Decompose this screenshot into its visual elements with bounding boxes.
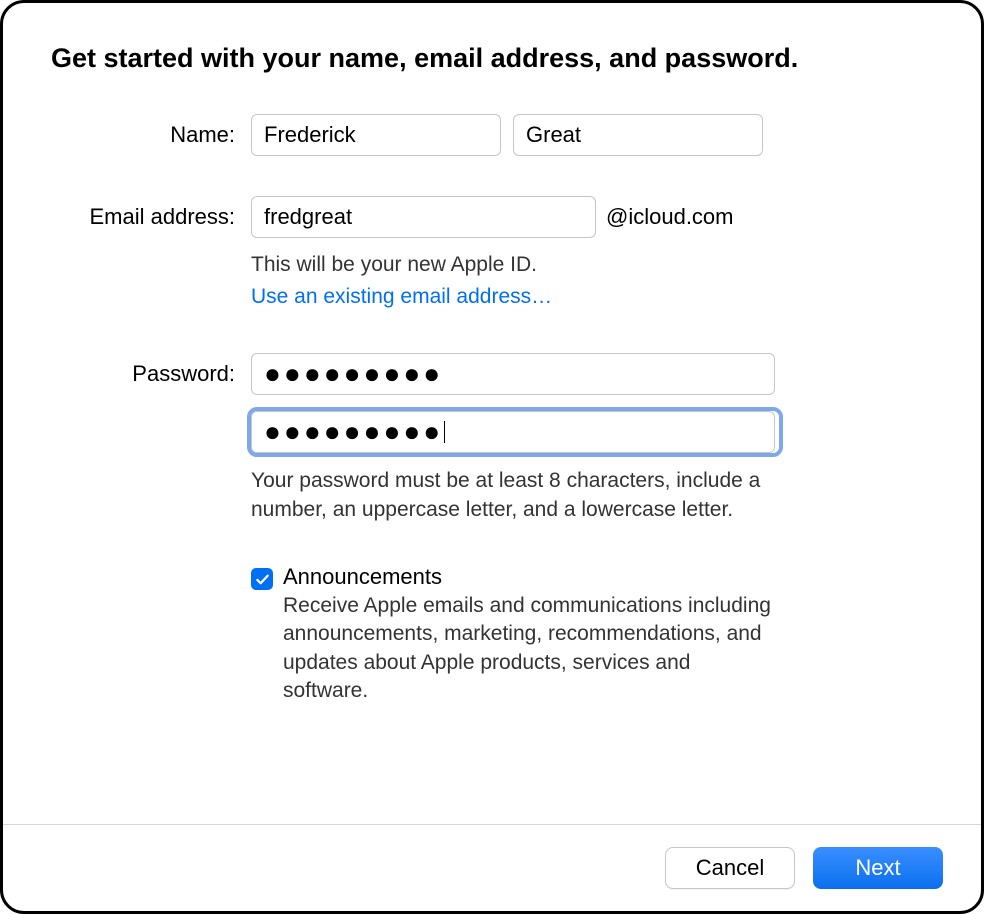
use-existing-email-link[interactable]: Use an existing email address… [251,285,552,309]
password-helper-text: Your password must be at least 8 charact… [251,467,771,524]
password-confirm-masked-value: ●●●●●●●●● [264,418,443,446]
email-row: Email address: @icloud.com This will be … [51,196,933,343]
password-row: Password: ●●●●●●●●● ●●●●●●●●● Your passw… [51,353,933,524]
signup-dialog: Get started with your name, email addres… [0,0,984,914]
first-name-input[interactable] [251,114,501,156]
password-masked-value: ●●●●●●●●● [264,360,443,388]
checkmark-icon [255,572,270,587]
dialog-title: Get started with your name, email addres… [51,43,933,74]
email-input[interactable] [251,196,596,238]
last-name-input[interactable] [513,114,763,156]
name-row: Name: [51,114,933,156]
email-helper-text: This will be your new Apple ID. [251,250,933,279]
password-input[interactable]: ●●●●●●●●● [251,353,775,395]
announcements-checkbox[interactable] [251,568,273,590]
password-label: Password: [51,353,251,387]
next-button[interactable]: Next [813,847,943,889]
email-label: Email address: [51,196,251,230]
dialog-content: Get started with your name, email addres… [3,3,981,824]
dialog-footer: Cancel Next [3,824,981,911]
email-domain-suffix: @icloud.com [606,204,734,230]
password-confirm-input[interactable]: ●●●●●●●●● [251,411,775,453]
cancel-button[interactable]: Cancel [665,847,795,889]
name-label: Name: [51,114,251,148]
announcements-title: Announcements [283,564,778,590]
announcements-description: Receive Apple emails and communications … [283,592,778,705]
announcements-row: Announcements Receive Apple emails and c… [51,564,933,705]
text-cursor [444,421,445,443]
